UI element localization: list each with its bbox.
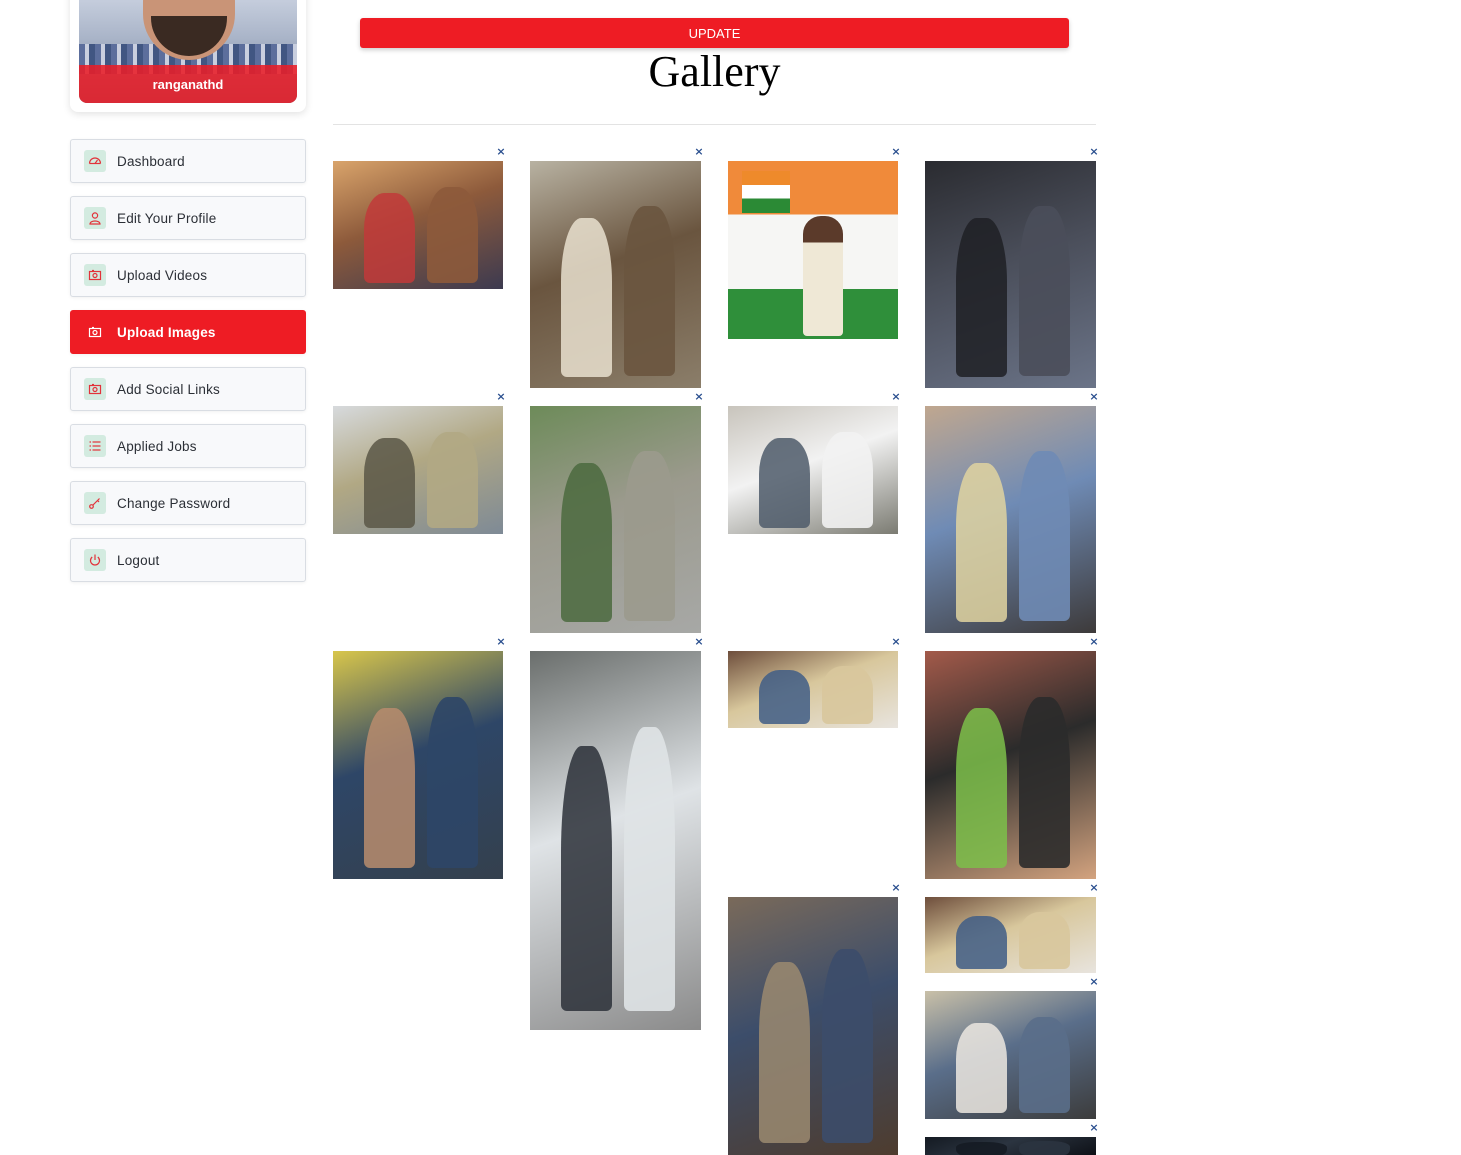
key-icon — [84, 492, 106, 514]
delete-image-icon[interactable]: × — [496, 146, 506, 157]
delete-image-icon[interactable]: × — [1089, 636, 1099, 647]
gallery-title: Gallery — [648, 47, 781, 96]
camera-icon — [84, 264, 106, 286]
gallery-image[interactable] — [925, 991, 1096, 1119]
sidebar-item-label: Upload Images — [117, 324, 216, 340]
gallery-image[interactable] — [925, 897, 1096, 973]
sidebar-item-dashboard[interactable]: Dashboard — [70, 139, 306, 183]
gallery-image[interactable] — [333, 406, 503, 534]
sidebar-item-applied-jobs[interactable]: Applied Jobs — [70, 424, 306, 468]
delete-image-icon[interactable]: × — [891, 146, 901, 157]
sidebar-item-label: Upload Videos — [117, 267, 208, 283]
gallery-image[interactable] — [333, 161, 503, 289]
delete-image-icon[interactable]: × — [1089, 882, 1099, 893]
delete-image-icon[interactable]: × — [694, 636, 704, 647]
gallery-image[interactable] — [925, 406, 1096, 633]
sidebar-item-label: Add Social Links — [117, 381, 221, 397]
user-icon — [84, 207, 106, 229]
gallery-image[interactable] — [925, 161, 1096, 388]
sidebar-item-label: Logout — [117, 552, 160, 568]
profile-photo: ranganathd — [79, 0, 297, 103]
sidebar-item-add-social-links[interactable]: Add Social Links — [70, 367, 306, 411]
delete-image-icon[interactable]: × — [496, 391, 506, 402]
sidebar-item-label: Change Password — [117, 495, 231, 511]
camera-icon — [84, 378, 106, 400]
list-icon — [84, 435, 106, 457]
profile-username: ranganathd — [152, 76, 224, 92]
delete-image-icon[interactable]: × — [694, 146, 704, 157]
sidebar-item-edit-profile[interactable]: Edit Your Profile — [70, 196, 306, 240]
delete-image-icon[interactable]: × — [694, 391, 704, 402]
gallery-image[interactable] — [925, 651, 1096, 879]
sidebar-item-label: Applied Jobs — [117, 438, 197, 454]
gallery-image[interactable] — [728, 161, 898, 339]
gallery-image[interactable] — [530, 161, 701, 388]
delete-image-icon[interactable]: × — [1089, 1122, 1099, 1133]
dashboard-icon — [84, 150, 106, 172]
delete-image-icon[interactable]: × — [1089, 146, 1099, 157]
divider — [333, 124, 1096, 125]
gallery-image[interactable] — [530, 406, 701, 633]
sidebar-item-label: Dashboard — [117, 153, 185, 169]
gallery-image[interactable] — [728, 897, 898, 1155]
gallery-image[interactable] — [333, 651, 503, 879]
sidebar-item-change-password[interactable]: Change Password — [70, 481, 306, 525]
delete-image-icon[interactable]: × — [891, 391, 901, 402]
gallery-image[interactable] — [530, 651, 701, 1030]
sidebar-item-logout[interactable]: Logout — [70, 538, 306, 582]
profile-card: ranganathd — [70, 0, 306, 112]
power-icon — [84, 549, 106, 571]
delete-image-icon[interactable]: × — [891, 882, 901, 893]
gallery-image[interactable] — [728, 651, 898, 728]
delete-image-icon[interactable]: × — [1089, 976, 1099, 987]
update-button[interactable]: UPDATE — [360, 18, 1069, 48]
delete-image-icon[interactable]: × — [1089, 391, 1099, 402]
profile-name-bar: ranganathd — [79, 65, 297, 103]
sidebar-item-upload-videos[interactable]: Upload Videos — [70, 253, 306, 297]
sidebar-item-upload-images[interactable]: Upload Images — [70, 310, 306, 354]
gallery-image[interactable] — [925, 1137, 1096, 1155]
delete-image-icon[interactable]: × — [496, 636, 506, 647]
camera-icon — [84, 321, 106, 343]
gallery-image[interactable] — [728, 406, 898, 534]
sidebar-item-label: Edit Your Profile — [117, 210, 217, 226]
delete-image-icon[interactable]: × — [891, 636, 901, 647]
